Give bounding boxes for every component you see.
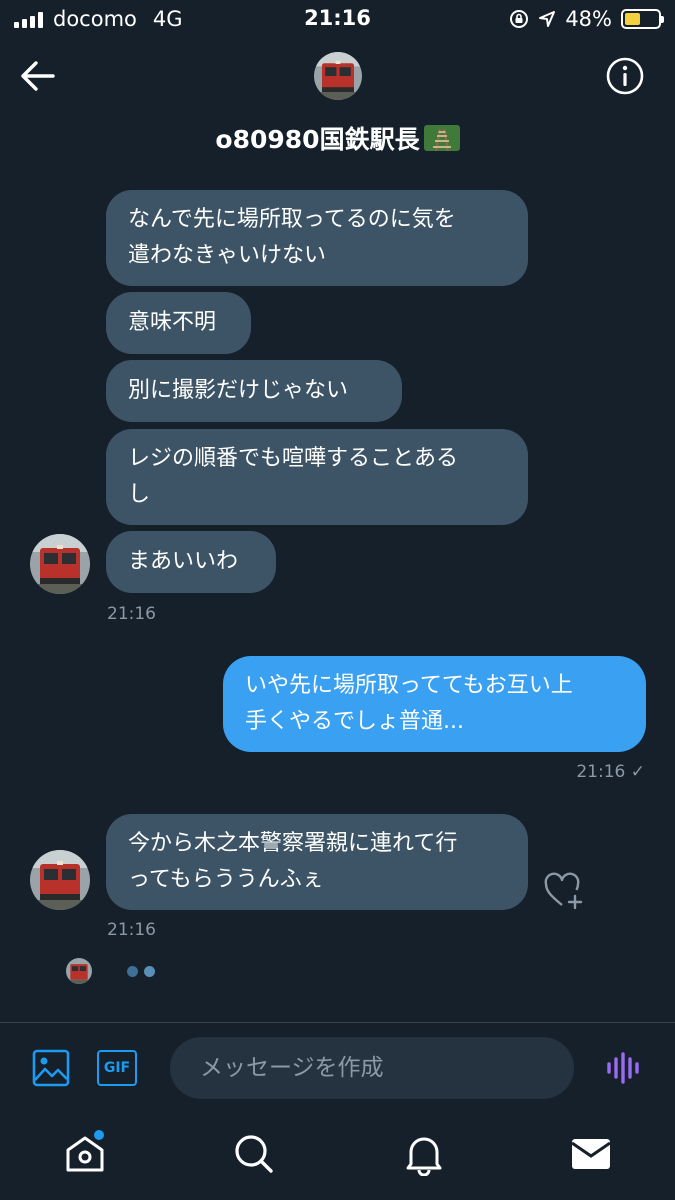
message-text: 別に撮影だけじゃない [128,378,349,403]
message-text: いや先に場所取っててもお互い上 手くやるでしょ普通... [245,673,573,734]
status-bar: docomo 4G 21:16 48% [0,0,675,40]
orientation-lock-icon [510,10,529,28]
battery-icon [621,9,664,29]
incoming-message[interactable]: まあいいわ [106,531,276,593]
typing-dot [144,966,155,977]
railway-track-emoji-icon [423,125,460,151]
message-timestamp: 21:16 [107,604,156,624]
message-composer: GIF [0,1022,675,1110]
back-button[interactable] [20,60,56,92]
message-text: なんで先に場所取ってるのに気を 遣わなきゃいけない [128,207,456,268]
message-text: 今から木之本警察署親に連れて行 ってもらううんふぇ [128,831,458,892]
message-text: 意味不明 [128,310,217,335]
sender-avatar[interactable] [30,850,90,910]
train-photo-avatar [30,850,90,910]
dm-conversation-screen: docomo 4G 21:16 48% o80980国鉄駅長 なんで先に場所取っ… [0,0,675,1200]
typing-indicator [127,966,155,977]
image-icon[interactable] [32,1049,70,1087]
heart-plus-icon[interactable] [543,872,585,910]
location-arrow-icon [539,11,556,27]
header-avatar[interactable] [314,52,362,100]
home-notification-dot [94,1130,104,1140]
incoming-message[interactable]: 別に撮影だけじゃない [106,360,402,422]
message-text: まあいいわ [128,549,239,574]
message-timestamp: 21:16 [107,920,156,940]
incoming-message[interactable]: 意味不明 [106,292,251,354]
incoming-message[interactable]: なんで先に場所取ってるのに気を 遣わなきゃいけない [106,190,528,286]
typing-avatar [66,958,92,984]
message-input[interactable] [170,1037,574,1099]
voice-wave-icon[interactable] [606,1051,642,1085]
train-photo-avatar [314,52,362,100]
sender-avatar[interactable] [30,534,90,594]
message-timestamp-read: 21:16 ✓ [576,762,645,782]
status-right: 48% [509,6,664,32]
conversation-title[interactable]: o80980国鉄駅長 [0,120,675,156]
incoming-message[interactable]: レジの順番でも喧嘩することある し [106,429,528,525]
user-display-name: o80980国鉄駅長 [215,125,420,154]
search-icon[interactable] [232,1132,276,1176]
bottom-tab-bar [0,1110,675,1200]
train-photo-avatar [30,534,90,594]
info-button[interactable] [605,56,645,96]
battery-percent: 48% [565,7,612,31]
train-photo-avatar [66,958,92,984]
outgoing-message[interactable]: いや先に場所取っててもお互い上 手くやるでしょ普通... [223,656,646,752]
mail-icon[interactable] [569,1132,613,1176]
gif-label: GIF [103,1060,131,1076]
message-text: レジの順番でも喧嘩することある し [128,446,459,507]
incoming-message[interactable]: 今から木之本警察署親に連れて行 ってもらううんふぇ [106,814,528,910]
gif-button[interactable]: GIF [97,1050,137,1086]
typing-dot [127,966,138,977]
bell-icon[interactable] [402,1132,446,1176]
